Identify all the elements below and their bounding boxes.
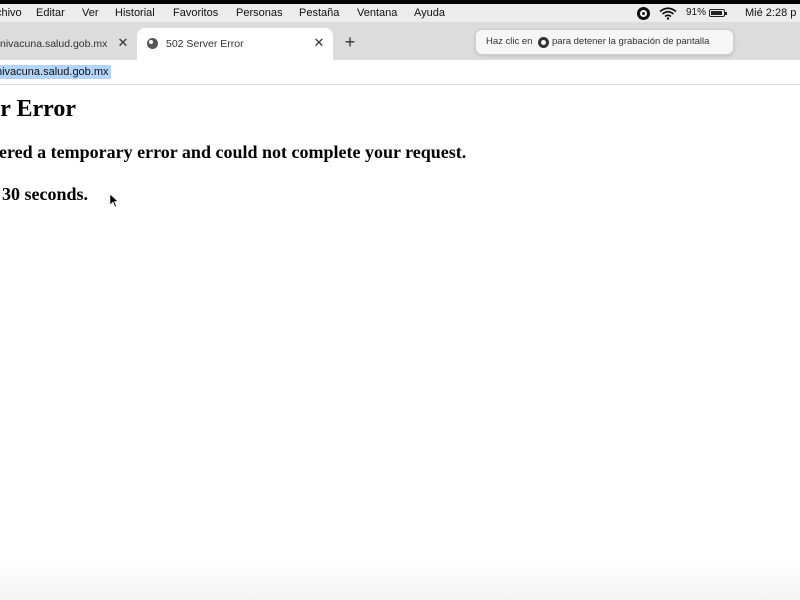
menu-ventana[interactable]: Ventana <box>357 6 397 20</box>
close-icon[interactable]: ✕ <box>312 36 326 50</box>
battery-percent: 91% <box>686 7 707 18</box>
tab-server-error[interactable]: 502 Server Error ✕ <box>137 28 333 60</box>
menu-pestana[interactable]: Pestaña <box>299 6 339 20</box>
menu-ver[interactable]: Ver <box>82 6 99 20</box>
menubar-clock[interactable]: Mié 2:28 p <box>745 6 796 20</box>
tab-title: 502 Server Error <box>166 38 244 50</box>
menu-favoritos[interactable]: Favoritos <box>173 6 218 20</box>
address-bar[interactable]: nivacuna.salud.gob.mx <box>0 60 800 85</box>
globe-icon <box>147 38 158 49</box>
page-content: rver Error countered a temporary error a… <box>0 85 800 600</box>
screen-record-icon[interactable] <box>637 7 650 20</box>
battery-nub <box>725 12 727 15</box>
screen: chivo Editar Ver Historial Favoritos Per… <box>0 0 800 600</box>
battery-icon[interactable] <box>709 9 727 17</box>
menu-personas[interactable]: Personas <box>236 6 282 20</box>
error-message: countered a temporary error and could no… <box>0 142 467 162</box>
menu-archivo[interactable]: chivo <box>0 6 22 20</box>
mouse-cursor-icon <box>110 194 118 208</box>
page-title: rver Error <box>0 96 77 122</box>
tooltip-suffix: para detener la grabación de pantalla <box>552 36 710 47</box>
retry-message: ain in 30 seconds. <box>0 184 89 204</box>
tab-title: nivacuna.salud.gob.mx <box>0 38 108 50</box>
screen-recording-tooltip: Haz clic en para detener la grabación de… <box>475 29 734 55</box>
menu-historial[interactable]: Historial <box>115 6 155 20</box>
battery-fill <box>711 11 722 15</box>
record-stop-icon <box>538 37 549 48</box>
url-field[interactable]: nivacuna.salud.gob.mx <box>0 65 111 79</box>
wifi-icon[interactable] <box>659 7 677 20</box>
close-icon[interactable]: ✕ <box>116 36 130 50</box>
tab-mivacuna[interactable]: nivacuna.salud.gob.mx ✕ <box>0 28 135 60</box>
menu-ayuda[interactable]: Ayuda <box>414 6 445 20</box>
menubar: chivo Editar Ver Historial Favoritos Per… <box>0 4 800 22</box>
menu-editar[interactable]: Editar <box>36 6 65 20</box>
bottom-fade <box>0 560 800 600</box>
tooltip-prefix: Haz clic en <box>486 36 533 47</box>
new-tab-button[interactable]: + <box>340 32 360 52</box>
